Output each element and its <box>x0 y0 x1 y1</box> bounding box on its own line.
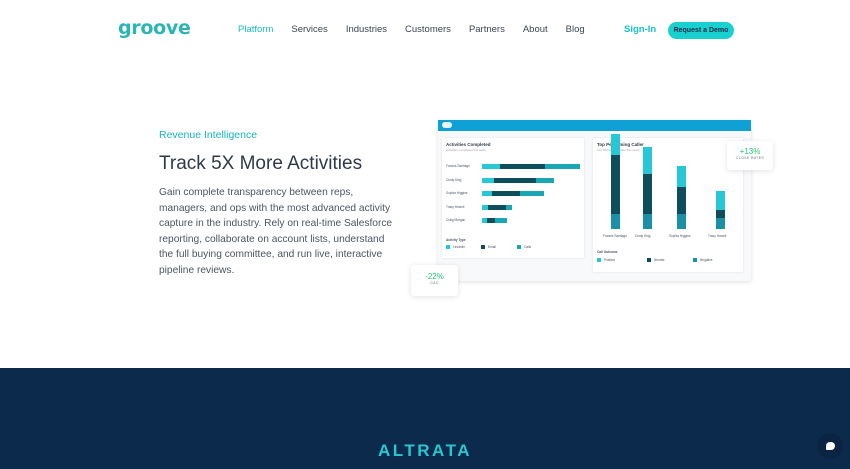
legend-swatch-positive <box>597 258 601 262</box>
nav-link-industries[interactable]: Industries <box>346 24 387 35</box>
legend-swatch-email <box>481 245 485 249</box>
activity-bar-linkedin <box>482 164 500 169</box>
caller-column-label: Sophia Higgins <box>669 234 691 238</box>
request-demo-button[interactable]: Request a Demo <box>668 22 734 39</box>
legend-label-email: Email <box>488 245 496 249</box>
activity-bar-calls <box>520 191 544 196</box>
chat-bubble-icon <box>825 442 835 450</box>
altrata-logo: ALTRATA <box>378 441 472 460</box>
hero-body: Gain complete transparency between reps,… <box>159 187 393 276</box>
nav-link-about[interactable]: About <box>523 24 548 35</box>
chat-launcher-button[interactable] <box>817 433 843 459</box>
nav-link-platform[interactable]: Platform <box>238 24 273 35</box>
cac-label: CAC <box>430 281 439 285</box>
activity-bar-calls <box>536 177 554 183</box>
activities-title: Activities Completed <box>446 142 491 147</box>
hero-eyebrow: Revenue Intelligence <box>159 129 258 141</box>
activity-bar-calls <box>495 218 507 223</box>
legend-label-linkedin: LinkedIn <box>453 245 466 249</box>
groove-logo[interactable]: groove <box>118 17 191 39</box>
caller-bar-positive <box>677 166 686 188</box>
activity-bar-linkedin <box>482 177 494 183</box>
nav-link-customers[interactable]: Customers <box>405 24 451 35</box>
activities-subtitle: Activities completed this week <box>446 148 486 152</box>
caller-bar-neutral <box>677 187 686 214</box>
dashboard-header-bar <box>438 120 751 131</box>
legend-swatch-calls <box>517 245 521 249</box>
activity-row-label: Cindy King <box>446 177 462 182</box>
activity-row-label: Craig Morgan <box>446 218 466 222</box>
caller-column <box>611 134 620 229</box>
legend-label-neutral: Neutral <box>654 258 665 262</box>
caller-bar-positive <box>611 134 620 155</box>
top-caller-panel: Top Performing Caller Top Performing Cal… <box>593 134 743 272</box>
nav-links: Platform Services Industries Customers P… <box>238 24 603 35</box>
activity-row: Craig Morgan <box>446 218 582 224</box>
activities-panel: Activities Completed Activities complete… <box>442 138 584 258</box>
caller-bar-negative <box>716 217 725 229</box>
caller-bar-negative <box>677 213 686 229</box>
legend-swatch-neutral <box>647 258 651 262</box>
close-rates-value: +13% <box>739 147 761 156</box>
activity-bar-linkedin <box>482 191 492 196</box>
legend-swatch-negative <box>693 258 697 262</box>
caller-column <box>643 147 652 229</box>
cac-callout: -22% CAC <box>411 265 458 296</box>
cac-value: -22% <box>425 272 444 281</box>
caller-bar-neutral <box>611 154 620 214</box>
legend-swatch-linkedin <box>446 245 450 249</box>
activity-row: Francis Santiago <box>446 164 582 170</box>
hero-headline: Track 5X More Activities <box>159 153 363 174</box>
legend-label-positive: Positive <box>604 258 616 262</box>
activity-row: Tracy Howell <box>446 204 582 211</box>
close-rates-label: CLOSE RATES <box>735 156 765 160</box>
nav-link-partners[interactable]: Partners <box>469 24 505 35</box>
caller-column-label: Tracy Howell <box>708 234 727 238</box>
caller-column-label: Cindy King <box>635 234 651 238</box>
activity-bar-email <box>488 204 506 210</box>
legend-label-negative: Negative <box>700 258 713 262</box>
activity-bar-email <box>487 218 495 223</box>
activity-bar-calls <box>506 204 512 210</box>
caller-column <box>716 191 725 229</box>
caller-bar-negative <box>643 213 652 229</box>
caller-bar-neutral <box>716 210 725 218</box>
call-outcome-legend-title: Call Outcome <box>597 250 618 254</box>
dashboard-preview: Activities Completed Activities complete… <box>438 120 751 281</box>
caller-column <box>677 166 686 229</box>
caller-bar-positive <box>643 147 652 174</box>
caller-bar-negative <box>611 213 620 229</box>
activity-bar-email <box>492 191 520 196</box>
salesforce-cloud-icon <box>442 122 452 128</box>
nav-link-blog[interactable]: Blog <box>566 24 585 35</box>
legend-label-calls: Calls <box>524 245 532 249</box>
caller-bar-neutral <box>643 173 652 214</box>
activity-bar-calls <box>545 164 580 169</box>
close-rates-callout: +13% CLOSE RATES <box>727 141 773 170</box>
activity-row: Cindy King <box>446 177 582 184</box>
nav-link-services[interactable]: Services <box>291 24 327 35</box>
activity-row-label: Sophia Higgins <box>446 191 468 195</box>
activity-bar-email <box>494 177 536 183</box>
activity-row-label: Francis Santiago <box>446 164 470 168</box>
activity-type-legend-title: Activity Type <box>446 238 466 242</box>
top-nav: groove Platform Services Industries Cust… <box>0 0 850 62</box>
caller-column-label: Francis Santiago <box>603 234 627 238</box>
top-caller-title: Top Performing Caller <box>597 142 644 147</box>
activity-row: Sophia Higgins <box>446 191 582 197</box>
sign-in-link[interactable]: Sign-In <box>624 24 656 35</box>
activity-bar-email <box>500 164 545 169</box>
caller-bar-positive <box>716 191 725 210</box>
activity-row-label: Tracy Howell <box>446 204 465 209</box>
